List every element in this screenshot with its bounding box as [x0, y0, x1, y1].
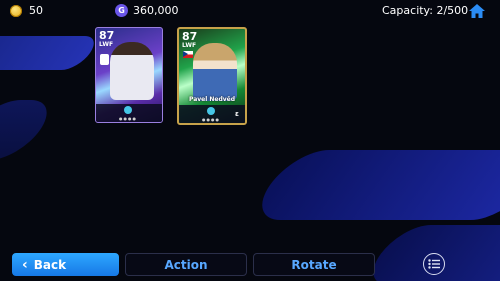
- player-card[interactable]: 87 LWF ●●●●: [95, 27, 163, 123]
- edition-mark-icon: ε: [235, 110, 239, 118]
- rotate-button[interactable]: Rotate: [253, 253, 375, 276]
- card-position: LWF: [182, 42, 197, 49]
- card-player-name: Pavel Nedvěd: [188, 96, 236, 103]
- card-footer: ●●●●: [96, 104, 162, 122]
- action-button[interactable]: Action: [125, 253, 247, 276]
- level-dots-icon: ●●●●: [202, 117, 220, 122]
- rotate-button-label: Rotate: [291, 257, 337, 272]
- top-bar: 50 G 360,000 Capacity: 2/500: [0, 0, 500, 22]
- card-footer: ●●●● ε: [179, 105, 245, 123]
- list-icon: [428, 259, 440, 269]
- list-view-button[interactable]: [423, 253, 445, 275]
- capacity-label: Capacity: 2/500: [382, 4, 469, 17]
- chevron-left-icon: ‹: [22, 256, 28, 273]
- background-stripe: [0, 100, 62, 160]
- gp-icon: G: [115, 4, 128, 17]
- back-button[interactable]: ‹ Back: [12, 253, 119, 276]
- czech-flag-icon: [183, 51, 193, 58]
- player-image: [193, 43, 237, 101]
- card-position: LWF: [99, 41, 114, 48]
- skill-gem-icon: [124, 106, 132, 114]
- club-badge-icon: [100, 54, 109, 65]
- background-stripe: [0, 36, 102, 70]
- back-button-label: Back: [33, 257, 67, 272]
- coin-count: 50: [29, 4, 43, 17]
- skill-gem-icon: [207, 107, 215, 115]
- coin-icon: [10, 5, 22, 17]
- home-icon[interactable]: [468, 3, 486, 19]
- background-stripe: [245, 150, 500, 220]
- background-shapes: [0, 0, 500, 281]
- player-card[interactable]: 87 LWF Pavel Nedvěd ●●●● ε: [177, 27, 247, 125]
- level-dots-icon: ●●●●: [119, 116, 137, 121]
- action-button-label: Action: [164, 257, 208, 272]
- player-image: [110, 42, 154, 100]
- gp-count: 360,000: [133, 4, 179, 17]
